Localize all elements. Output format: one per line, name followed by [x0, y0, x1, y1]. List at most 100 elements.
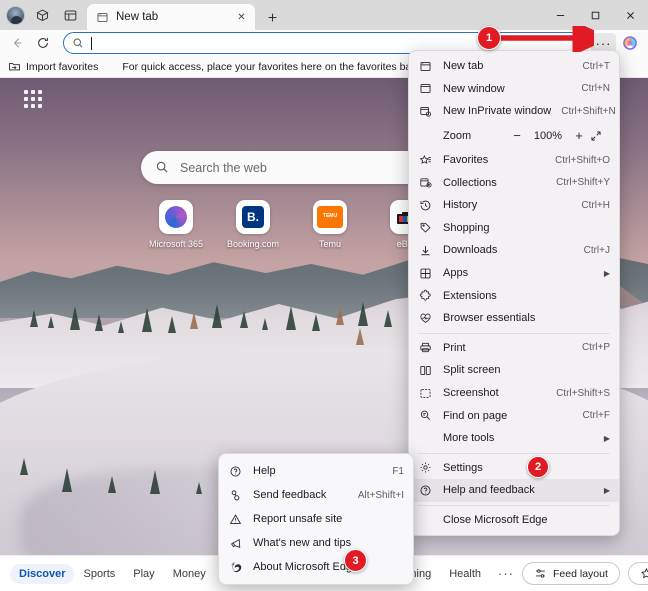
help-and-feedback-menu-item[interactable]: Help and feedback ▶: [409, 479, 619, 502]
submenu-item-shortcut: Alt+Shift+I: [357, 489, 404, 501]
menu-item-shortcut: Ctrl+Shift+S: [556, 387, 610, 399]
menu-item-label: New InPrivate window: [443, 105, 552, 118]
submenu-item-send-feedback[interactable]: Send feedback Alt+Shift+I: [219, 483, 413, 507]
tab-title: New tab: [116, 11, 159, 23]
feed-tab-health[interactable]: Health: [440, 564, 490, 584]
maximize-button[interactable]: [578, 0, 613, 30]
submenu-item-shortcut: F1: [392, 465, 404, 477]
text-cursor: [91, 36, 92, 50]
close-tab-icon[interactable]: ✕: [234, 10, 249, 25]
feed-more-button[interactable]: ···: [490, 566, 522, 581]
menu-item-label: More tools: [443, 432, 495, 445]
zoom-label: Zoom: [443, 129, 472, 142]
search-input[interactable]: Search the web: [141, 151, 441, 184]
tab-actions-icon[interactable]: [31, 4, 53, 26]
menu-item-extensions[interactable]: Extensions: [409, 284, 619, 307]
menu-item-label: Screenshot: [443, 387, 499, 400]
avatar[interactable]: [6, 5, 25, 25]
quick-link-label: Microsoft 365: [148, 239, 204, 249]
more-tools-icon: [418, 431, 433, 446]
browser-tab[interactable]: New tab ✕: [87, 4, 255, 30]
menu-item-downloads[interactable]: Downloads Ctrl+J: [409, 239, 619, 262]
feed-layout-button[interactable]: Feed layout: [522, 562, 620, 585]
menu-item-label: Downloads: [443, 244, 498, 257]
menu-item-label: Close Microsoft Edge: [443, 513, 548, 526]
minimize-button[interactable]: [543, 0, 578, 30]
menu-item-new-tab[interactable]: New tab Ctrl+T: [409, 55, 619, 78]
menu-item-close-microsoft-edge[interactable]: Close Microsoft Edge: [409, 509, 619, 532]
star-settings-icon: [640, 567, 648, 579]
menu-item-find-on-page[interactable]: Find on page Ctrl+F: [409, 404, 619, 427]
personalize-button[interactable]: Personalize: [627, 562, 648, 585]
menu-item-settings[interactable]: Settings: [409, 457, 619, 480]
menu-item-label: Extensions: [443, 289, 497, 302]
menu-item-apps[interactable]: Apps ▶: [409, 262, 619, 285]
chevron-right-icon: ▶: [603, 433, 610, 443]
megaphone-icon: [228, 536, 243, 551]
quick-link-booking[interactable]: B. Booking.com: [225, 200, 281, 249]
warning-triangle-icon: [228, 512, 243, 527]
sliders-icon: [536, 569, 545, 578]
send-feedback-icon: [228, 488, 243, 503]
tab-strip: New tab ✕: [0, 0, 648, 30]
search-placeholder: Search the web: [180, 160, 267, 175]
zoom-out-button[interactable]: −: [506, 128, 528, 143]
chevron-right-icon: ▶: [603, 485, 610, 495]
zoom-in-button[interactable]: +: [568, 128, 590, 143]
feed-tab-discover[interactable]: Discover: [10, 563, 75, 584]
menu-item-split-screen[interactable]: Split screen: [409, 359, 619, 382]
back-button[interactable]: [5, 32, 29, 54]
menu-item-more-tools[interactable]: More tools ▶: [409, 427, 619, 450]
temu-glyph: TEMU: [322, 213, 338, 220]
apps-grid-icon[interactable]: [24, 90, 42, 108]
new-tab-favicon-icon: [96, 11, 109, 24]
menu-item-label: Favorites: [443, 154, 489, 167]
fullscreen-button[interactable]: [590, 130, 610, 142]
menu-item-browser-essentials[interactable]: Browser essentials: [409, 307, 619, 330]
tab-strip-left-controls: [0, 0, 81, 30]
feed-tab-play[interactable]: Play: [124, 564, 163, 584]
menu-item-favorites[interactable]: Favorites Ctrl+Shift+O: [409, 149, 619, 172]
submenu-item-label: Send feedback: [253, 489, 327, 501]
menu-item-shortcut: Ctrl+F: [582, 410, 611, 422]
new-window-icon: [418, 81, 433, 96]
help-circle-icon: [418, 483, 433, 498]
refresh-button[interactable]: [31, 32, 55, 54]
submenu-item-label: Report unsafe site: [253, 513, 343, 525]
submenu-item-help[interactable]: Help F1: [219, 459, 413, 483]
close-window-button[interactable]: [613, 0, 648, 30]
submenu-item-whats-new-and-tips[interactable]: What's new and tips: [219, 531, 413, 555]
menu-item-label: Shopping: [443, 221, 490, 234]
import-favorites-button[interactable]: Import favorites: [8, 60, 98, 73]
menu-item-label: Settings: [443, 461, 483, 474]
browser-essentials-icon[interactable]: [59, 4, 81, 26]
menu-item-new-inprivate-window[interactable]: New InPrivate window Ctrl+Shift+N: [409, 100, 619, 123]
extensions-puzzle-icon: [418, 288, 433, 303]
menu-item-shortcut: Ctrl+Shift+Y: [556, 177, 610, 189]
zoom-control-row: Zoom − 100% +: [409, 123, 619, 149]
folder-import-icon: [9, 63, 20, 71]
new-tab-icon: [418, 59, 433, 74]
menu-item-history[interactable]: History Ctrl+H: [409, 194, 619, 217]
menu-item-label: Split screen: [443, 364, 501, 377]
menu-item-screenshot[interactable]: Screenshot Ctrl+Shift+S: [409, 382, 619, 405]
feed-tab-sports[interactable]: Sports: [74, 564, 124, 584]
quick-link-temu[interactable]: TEMU Temu: [302, 200, 358, 249]
chevron-right-icon: ▶: [603, 268, 610, 278]
annotation-badge-3: 3: [344, 549, 367, 572]
window-controls: [543, 0, 648, 30]
menu-item-new-window[interactable]: New window Ctrl+N: [409, 78, 619, 101]
quick-link-microsoft365[interactable]: Microsoft 365: [148, 200, 204, 249]
submenu-item-report-unsafe-site[interactable]: Report unsafe site: [219, 507, 413, 531]
menu-item-shopping[interactable]: Shopping: [409, 217, 619, 240]
menu-item-print[interactable]: Print Ctrl+P: [409, 337, 619, 360]
new-tab-button[interactable]: [260, 5, 284, 29]
menu-item-collections[interactable]: Collections Ctrl+Shift+Y: [409, 171, 619, 194]
menu-item-shortcut: Ctrl+Shift+O: [554, 154, 610, 166]
help-and-feedback-submenu: Help F1 Send feedback Alt+Shift+I Report…: [218, 453, 414, 585]
edge-settings-menu: New tab Ctrl+T New window Ctrl+N New InP…: [408, 50, 620, 537]
copilot-icon[interactable]: [617, 32, 643, 54]
feed-tab-money[interactable]: Money: [164, 564, 215, 584]
about-microsoft-edge-menu-item[interactable]: About Microsoft Edge: [219, 555, 413, 579]
search-icon: [155, 160, 170, 175]
